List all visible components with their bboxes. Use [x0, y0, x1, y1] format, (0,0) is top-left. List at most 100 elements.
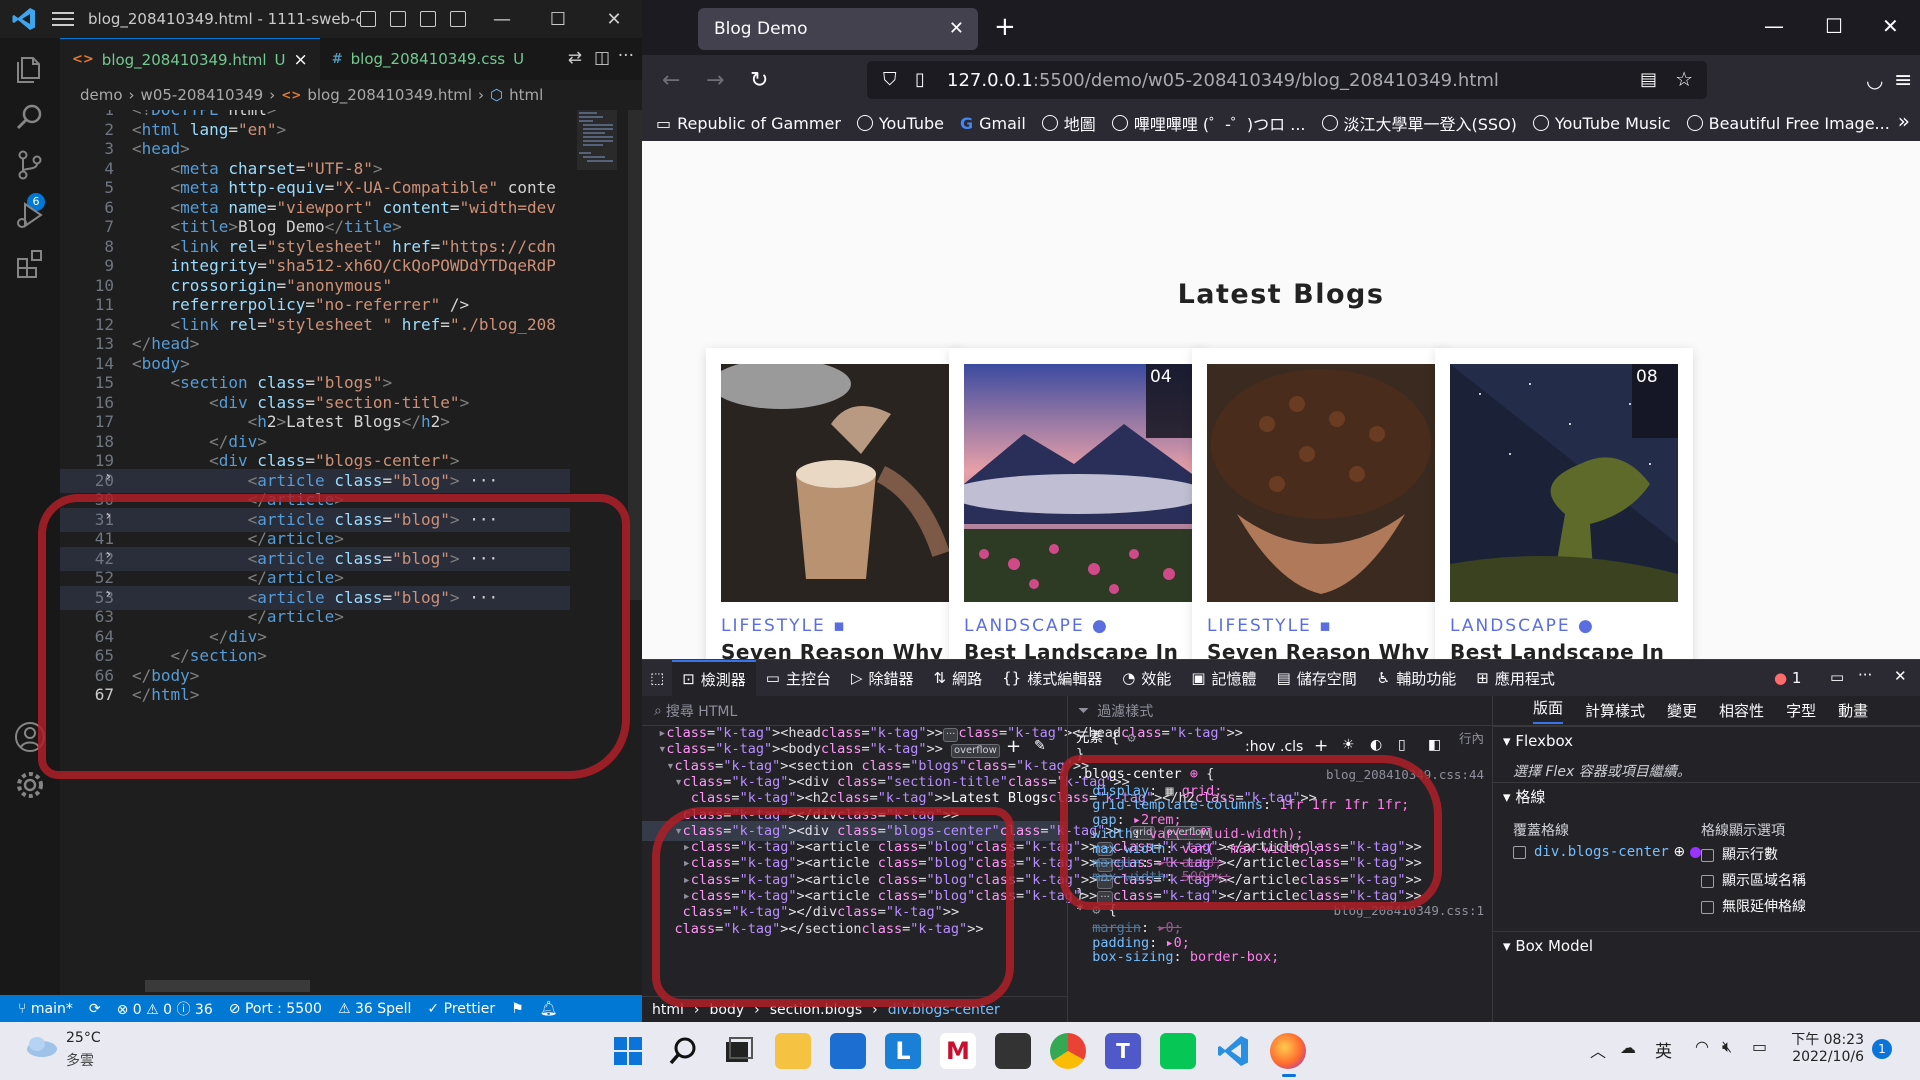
github-desktop-icon[interactable]	[995, 1033, 1031, 1069]
start-button[interactable]	[610, 1033, 646, 1069]
tab-storage[interactable]: ▤ 儲存空間	[1267, 660, 1367, 696]
chrome-icon[interactable]	[1050, 1033, 1086, 1069]
search-icon[interactable]	[13, 100, 47, 134]
line-icon[interactable]	[1160, 1033, 1196, 1069]
minimize-button[interactable]: —	[1764, 14, 1784, 38]
bookmark-item[interactable]: 嗶哩嗶哩 (゜-゜)つロ ...	[1111, 111, 1306, 135]
card-title[interactable]: Seven Reason Why	[1207, 640, 1429, 659]
file-explorer-icon[interactable]	[775, 1033, 811, 1069]
tab-changes[interactable]: 變更	[1667, 700, 1697, 721]
tab-inspector[interactable]: ⊡ 檢測器	[672, 660, 756, 696]
close-devtools-icon[interactable]: ✕	[1894, 667, 1907, 685]
card-title[interactable]: Best Landscape In	[964, 640, 1178, 659]
onedrive-icon[interactable]: ☁	[1620, 1038, 1636, 1057]
tab-debugger[interactable]: ▷ 除錯器	[841, 660, 924, 696]
flexbox-section[interactable]: ▾ Flexbox	[1493, 726, 1920, 754]
grid-option-checkbox[interactable]: 顯示行數	[1701, 844, 1778, 864]
tab-animations[interactable]: 動畫	[1838, 700, 1868, 721]
new-tab-button[interactable]: +	[994, 12, 1016, 42]
open-changes-icon[interactable]: ⇄	[568, 48, 582, 68]
filter-styles-input[interactable]: ⏷ 過濾樣式 :hov .cls + ☀ ◐ ▯ ◧	[1068, 696, 1492, 756]
split-editor-icon[interactable]: ◫	[594, 48, 610, 68]
tab-memory[interactable]: ▣ 記憶體	[1181, 660, 1266, 696]
notification-badge[interactable]: 1	[1872, 1039, 1892, 1059]
devtools-menu-icon[interactable]: ···	[1858, 666, 1872, 684]
reload-button[interactable]: ↻	[750, 68, 768, 93]
back-button[interactable]: ←	[662, 68, 680, 93]
settings-gear-icon[interactable]	[13, 768, 47, 802]
clock-date[interactable]: 2022/10/6	[1784, 1049, 1864, 1065]
rule-source[interactable]: 行內	[1209, 730, 1484, 747]
run-debug-icon[interactable]	[13, 198, 47, 232]
firefox-icon[interactable]	[1270, 1033, 1306, 1069]
blog-card[interactable]: LIFESTYLE ▪ Seven Reason Why	[706, 348, 964, 659]
blog-card[interactable]: LIFESTYLE ▪ Seven Reason Why	[1192, 348, 1450, 659]
bookmark-item[interactable]: YouTube Music	[1532, 114, 1671, 133]
breadcrumb-item[interactable]: w05-208410349	[141, 86, 264, 104]
more-bookmarks-icon[interactable]: »	[1898, 109, 1910, 133]
card-title[interactable]: Seven Reason Why	[721, 640, 943, 659]
more-actions-icon[interactable]: ···	[618, 46, 634, 66]
teams-icon[interactable]: T	[1105, 1033, 1141, 1069]
branch-indicator[interactable]: ⑂ main*	[18, 1001, 73, 1017]
explorer-icon[interactable]	[13, 52, 47, 86]
minimize-button[interactable]: —	[474, 9, 530, 30]
spell-indicator[interactable]: ⚠ 36 Spell	[338, 1001, 411, 1017]
toggle-sidebar-icon[interactable]	[360, 11, 376, 27]
forward-button[interactable]: →	[706, 68, 724, 93]
tab-blog-html[interactable]: <> blog_208410349.html U ×	[60, 38, 320, 80]
tab-console[interactable]: ▭ 主控台	[756, 660, 841, 696]
toggle-panel-icon[interactable]	[390, 11, 406, 27]
dock-icon[interactable]: ▭	[1830, 668, 1844, 686]
bookmark-item[interactable]: 淡江大學單一登入(SSO)	[1321, 111, 1517, 135]
shield-icon[interactable]: ⛉	[883, 69, 897, 90]
hamburger-menu-icon[interactable]	[52, 12, 74, 26]
tab-layout[interactable]: 版面	[1533, 697, 1564, 724]
customize-layout-icon[interactable]	[450, 11, 466, 27]
feedback-icon[interactable]: ⚑	[511, 1001, 524, 1017]
pocket-icon[interactable]: ◡	[1866, 68, 1883, 92]
bookmark-item[interactable]: G Gmail	[960, 114, 1026, 133]
ms-store-icon[interactable]	[830, 1033, 866, 1069]
prettier-indicator[interactable]: ✓ Prettier	[427, 1001, 495, 1017]
address-bar[interactable]: ⛉ ▯ 127.0.0.1:5500/demo/w05-208410349/bl…	[867, 61, 1707, 99]
extensions-icon[interactable]	[13, 246, 47, 280]
maximize-button[interactable]: ☐	[1825, 14, 1843, 38]
error-count-badge[interactable]: ● 1	[1774, 669, 1801, 687]
grid-overlay-checkbox[interactable]: div.blogs-center ⊕	[1513, 844, 1701, 860]
tab-computed[interactable]: 計算樣式	[1585, 700, 1645, 721]
tab-performance[interactable]: ◔ 效能	[1112, 660, 1181, 696]
grid-option-checkbox[interactable]: 無限延伸格線	[1701, 896, 1806, 916]
bookmark-item[interactable]: YouTube	[856, 114, 944, 133]
html-search-input[interactable]: ⌕ 搜尋 HTML + ✎	[642, 696, 1067, 757]
boxmodel-section[interactable]: ▾ Box Model	[1493, 931, 1920, 959]
element-picker-icon[interactable]: ⬚	[642, 660, 672, 696]
weather-temp[interactable]: 25°C	[66, 1030, 101, 1046]
weather-cloud-icon[interactable]	[24, 1034, 58, 1058]
task-view-icon[interactable]	[720, 1033, 756, 1069]
blog-card[interactable]: 04 LANDSCAPE ● Best Landscape In	[949, 348, 1207, 659]
tab-style-editor[interactable]: {} 樣式編輯器	[992, 660, 1112, 696]
bookmark-item[interactable]: 地圖	[1041, 111, 1096, 135]
bookmark-star-icon[interactable]: ☆	[1675, 67, 1693, 91]
fold-chevron-icon[interactable]: ›	[104, 469, 112, 485]
problems-indicator[interactable]: ⊗ 0 ⚠ 0 ⓘ 36	[117, 999, 213, 1019]
tab-network[interactable]: ⇅ 網路	[924, 660, 993, 696]
breadcrumb-item[interactable]: demo	[80, 86, 123, 104]
tab-blog-css[interactable]: # blog_208410349.css U	[320, 38, 536, 80]
editor-scrollbar[interactable]	[628, 110, 642, 600]
horizontal-scrollbar[interactable]	[145, 980, 310, 992]
weather-desc[interactable]: 多雲	[66, 1050, 94, 1070]
app-menu-icon[interactable]: ≡	[1894, 68, 1912, 93]
source-control-icon[interactable]	[13, 148, 47, 182]
mcafee-icon[interactable]: M	[940, 1033, 976, 1069]
tab-application[interactable]: ⊞ 應用程式	[1466, 660, 1565, 696]
bookmark-item[interactable]: Beautiful Free Image...	[1686, 114, 1890, 133]
wifi-icon[interactable]: ◠	[1695, 1037, 1709, 1056]
card-title[interactable]: Best Landscape In	[1450, 640, 1664, 659]
close-tab-icon[interactable]: ×	[294, 50, 308, 70]
ime-indicator[interactable]: 英	[1655, 1037, 1672, 1062]
clock-time[interactable]: 下午 08:23	[1784, 1029, 1864, 1049]
close-button[interactable]: ✕	[586, 9, 642, 30]
chevron-up-icon[interactable]: ︿	[1590, 1038, 1606, 1062]
